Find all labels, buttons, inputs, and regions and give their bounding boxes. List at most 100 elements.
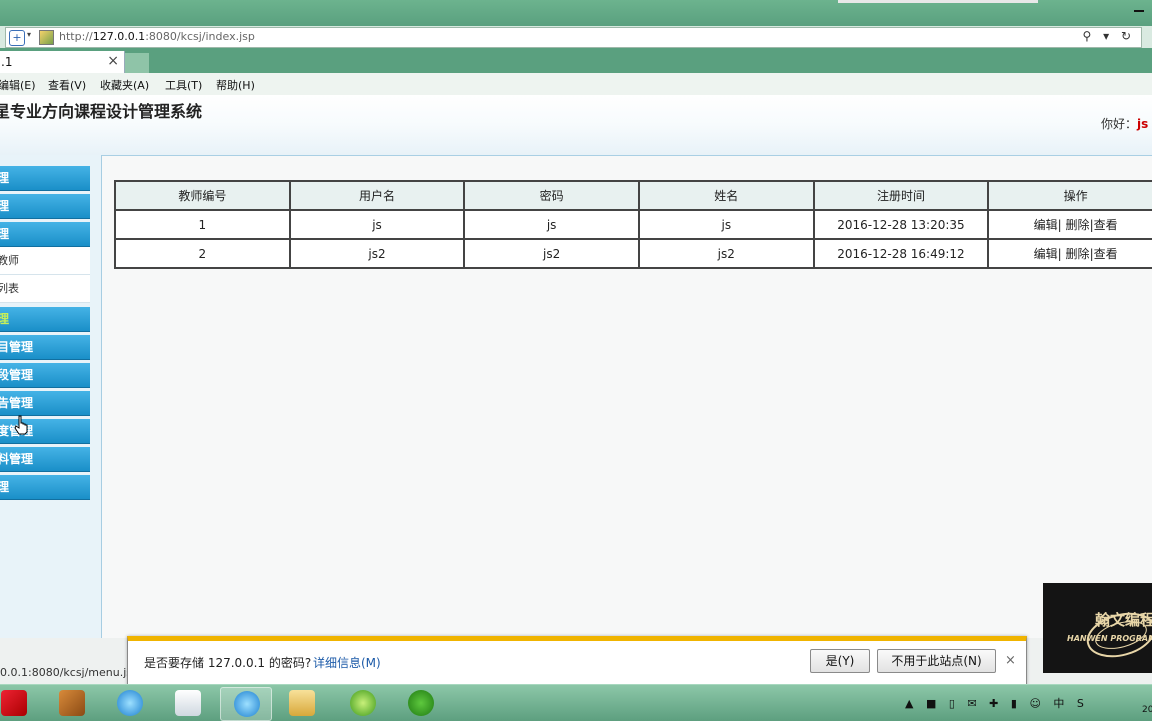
delete-link[interactable]: 删除 [1066, 247, 1090, 261]
taskbar-book[interactable] [46, 687, 96, 719]
yes-button[interactable]: 是(Y) [810, 649, 870, 673]
view-link[interactable]: |查看 [1090, 218, 1118, 232]
tray-app-icon[interactable]: ■ [926, 697, 936, 710]
tab-current[interactable]: .1 × [0, 51, 125, 73]
cell-name: js [637, 209, 815, 240]
cell-password: js2 [463, 238, 640, 269]
menu-bar: 编辑(E) 查看(V) 收藏夹(A) 工具(T) 帮助(H) [0, 73, 1152, 96]
view-link[interactable]: |查看 [1090, 247, 1118, 261]
col-teacher-id: 教师编号 [114, 180, 291, 211]
window-ghost [838, 0, 1038, 3]
sidebar-sub-teacher-list[interactable]: 列表 [0, 275, 90, 303]
url-text[interactable]: http://127.0.0.1:8080/kcsj/index.jsp [59, 30, 255, 43]
edit-link[interactable]: 编辑| [1034, 247, 1062, 261]
java-icon [175, 690, 201, 716]
sidebar-item-1[interactable]: 理 [0, 166, 90, 191]
table-header-row: 教师编号 用户名 密码 姓名 注册时间 操作 [114, 180, 1152, 211]
table-row: 1 js js js 2016-12-28 13:20:35 编辑| 删除|查看 [114, 209, 1152, 240]
taskbar-explorer[interactable] [276, 687, 326, 719]
network-icon[interactable]: ▮ [1011, 697, 1017, 710]
cell-password: js [463, 209, 640, 240]
show-hidden-icon[interactable]: ▲ [905, 697, 913, 710]
new-tab-button[interactable] [125, 53, 149, 73]
watermark-logo-icon: 翰文编程 HANWEN PROGRAM [1067, 611, 1152, 658]
search-refresh-icons[interactable]: ⚲ ▾ ↻ [1083, 29, 1136, 43]
taskbar-qq-pet[interactable] [395, 687, 445, 719]
cell-username: js [288, 209, 466, 240]
col-username: 用户名 [288, 180, 466, 211]
tab-title: .1 [1, 55, 13, 69]
sidebar-item-material[interactable]: 料管理 [0, 447, 90, 472]
cell-id: 2 [114, 238, 291, 269]
user-greeting: 你好：js 注 [1101, 117, 1149, 131]
status-url: 0.0.1:8080/kcsj/menu.jsp [0, 666, 139, 679]
hand-cursor-icon [14, 415, 28, 435]
sidebar-item-last[interactable]: 理 [0, 475, 90, 500]
tray-mail-icon[interactable]: ✉ [967, 697, 976, 710]
close-icon[interactable]: × [1005, 653, 1016, 668]
sidebar-sub-add-teacher[interactable]: 教师 [0, 247, 90, 275]
compat-shield-icon[interactable]: + [9, 30, 25, 46]
ime-icon[interactable]: 中 [1053, 697, 1064, 710]
sidebar-item-4[interactable]: 理 [0, 307, 90, 332]
edit-link[interactable]: 编辑| [1034, 218, 1062, 232]
web-page: 星专业方向课程设计管理系统 你好：js 注 理 理 理 教师 列表 理 目管理 … [0, 95, 1152, 638]
address-input[interactable]: + ▾ http://127.0.0.1:8080/kcsj/index.jsp… [5, 27, 1142, 48]
menu-tools[interactable]: 工具(T) [165, 77, 202, 93]
tab-strip: .1 × [0, 48, 1152, 73]
chevron-down-icon[interactable]: ▾ [27, 30, 31, 39]
window-frame [0, 0, 1152, 26]
cell-actions: 编辑| 删除|查看 [987, 238, 1152, 269]
sidebar-item-stage[interactable]: 段管理 [0, 363, 90, 388]
sidebar-item-teacher[interactable]: 理 [0, 222, 90, 247]
dreamweaver-icon [350, 690, 376, 716]
ie-icon [234, 691, 260, 717]
page-header: 星专业方向课程设计管理系统 你好：js 注 [0, 95, 1152, 156]
menu-favorites[interactable]: 收藏夹(A) [100, 77, 149, 93]
cell-time: 2016-12-28 13:20:35 [812, 209, 990, 240]
cell-id: 1 [114, 209, 291, 240]
system-tray: ▲ ■ ▯ ✉ ✚ ▮ ☺ 中 S [905, 695, 1093, 711]
watermark-subtitle: HANWEN PROGRAM [1067, 634, 1152, 643]
taskbar-dreamweaver[interactable] [337, 687, 387, 719]
cell-username: js2 [288, 238, 466, 269]
tray-plus-icon[interactable]: ✚ [989, 697, 998, 710]
cell-time: 2016-12-28 16:49:12 [812, 238, 990, 269]
book-icon [59, 690, 85, 716]
watermark-title: 翰文编程 [1095, 611, 1152, 629]
close-icon[interactable]: × [107, 53, 119, 69]
taskbar-java[interactable] [162, 687, 212, 719]
cell-actions: 编辑| 删除|查看 [987, 209, 1152, 240]
tray-device-icon[interactable]: ▯ [949, 697, 955, 710]
taskbar-ie-active[interactable] [220, 687, 272, 721]
ie-icon [117, 690, 143, 716]
col-register-time: 注册时间 [812, 180, 990, 211]
col-password: 密码 [463, 180, 640, 211]
username: js [1137, 117, 1149, 131]
teacher-table: 教师编号 用户名 密码 姓名 注册时间 操作 1 js js js 2016-1… [114, 180, 1152, 269]
menu-help[interactable]: 帮助(H) [216, 77, 255, 93]
sidebar: 理 理 理 教师 列表 理 目管理 段管理 告管理 度管理 料管理 理 [0, 155, 102, 638]
not-for-site-button[interactable]: 不用于此站点(N) [877, 649, 996, 673]
qq-pet-icon [408, 690, 434, 716]
sidebar-item-2[interactable]: 理 [0, 194, 90, 219]
taskbar-paint[interactable] [0, 687, 38, 719]
notification-text: 是否要存储 127.0.0.1 的密码? [144, 656, 312, 670]
sidebar-item-topic[interactable]: 目管理 [0, 335, 90, 360]
delete-link[interactable]: 删除 [1066, 218, 1090, 232]
sogou-icon[interactable]: S [1077, 697, 1084, 710]
taskbar: ▲ ■ ▯ ✉ ✚ ▮ ☺ 中 S 20 [0, 684, 1152, 721]
col-name: 姓名 [637, 180, 815, 211]
table-row: 2 js2 js2 js2 2016-12-28 16:49:12 编辑| 删除… [114, 238, 1152, 269]
details-link[interactable]: 详细信息(M) [313, 654, 381, 671]
save-password-notification: 是否要存储 127.0.0.1 的密码? 详细信息(M) 是(Y) 不用于此站点… [127, 636, 1027, 686]
taskbar-ie[interactable] [104, 687, 154, 719]
minimize-icon[interactable] [1134, 10, 1144, 12]
folder-icon [289, 690, 315, 716]
menu-edit[interactable]: 编辑(E) [0, 77, 36, 93]
col-actions: 操作 [987, 180, 1152, 211]
clock[interactable]: 20 [1142, 705, 1152, 715]
qq-icon[interactable]: ☺ [1029, 697, 1040, 710]
menu-view[interactable]: 查看(V) [48, 77, 86, 93]
sidebar-item-report[interactable]: 告管理 [0, 391, 90, 416]
